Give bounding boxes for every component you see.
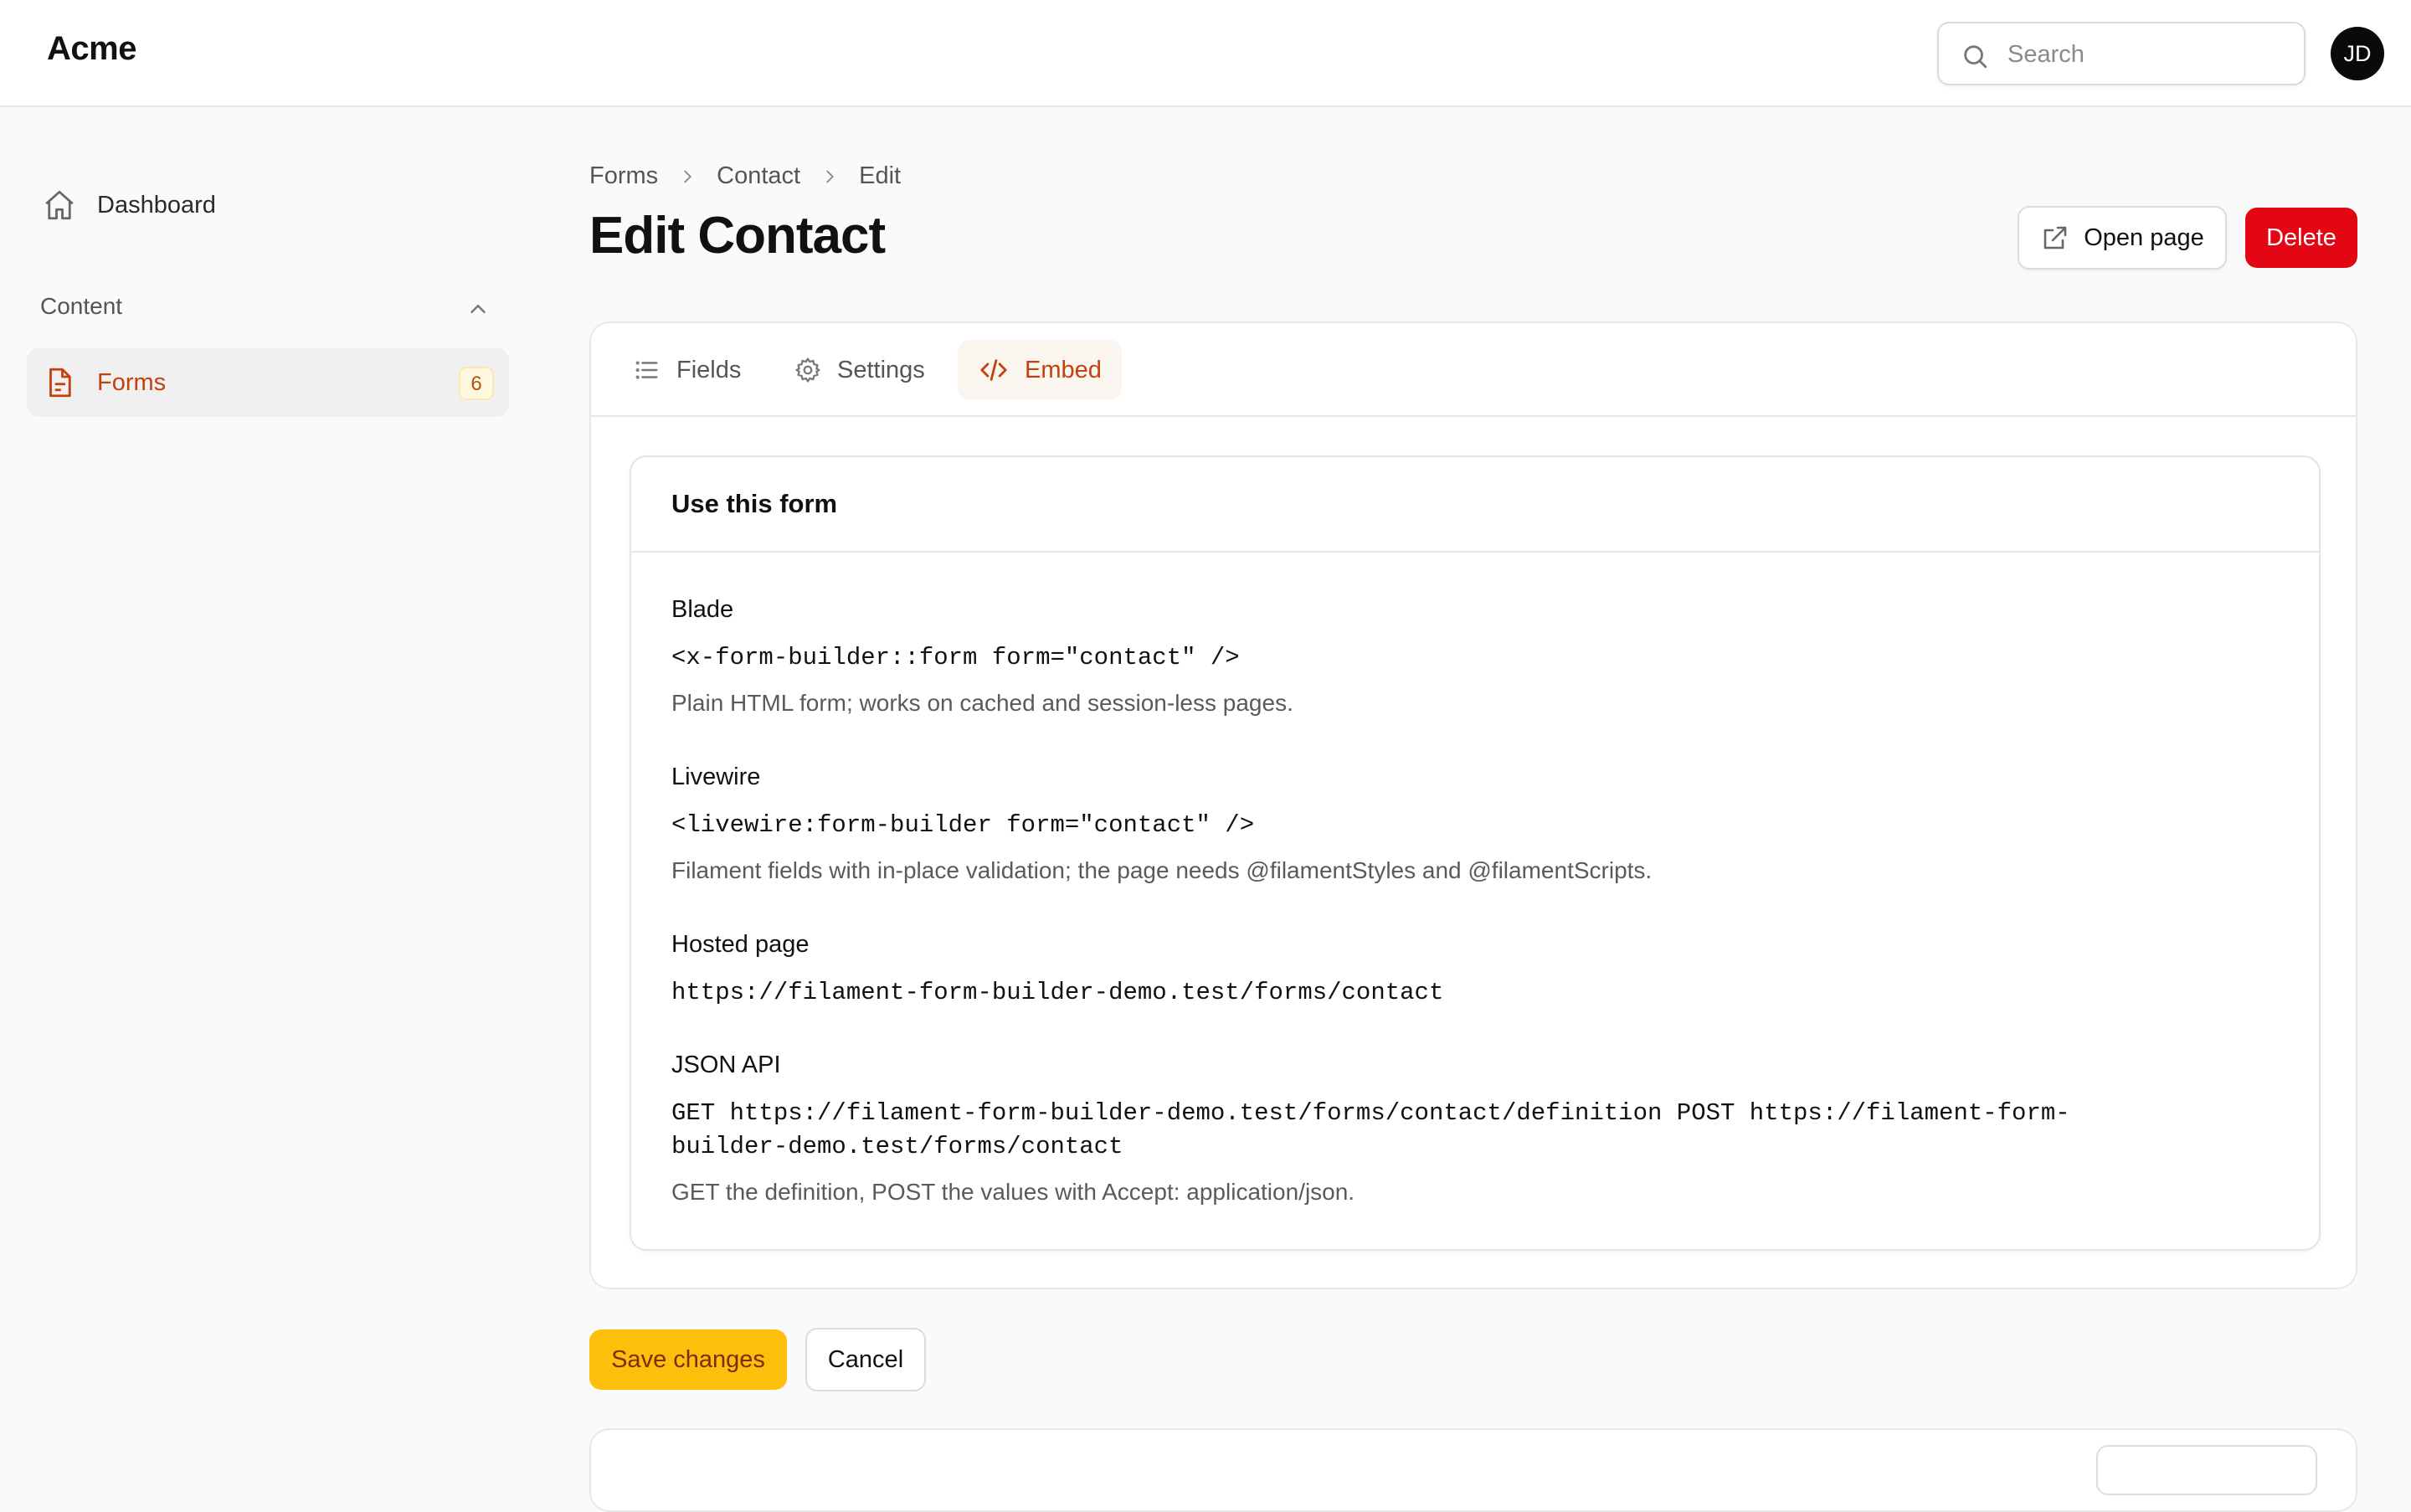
sidebar-item-label: Dashboard (97, 191, 216, 219)
chevron-right-icon (820, 167, 839, 186)
count-badge: 6 (459, 367, 494, 400)
secondary-card-button[interactable] (2096, 1445, 2317, 1495)
gear-icon (795, 357, 820, 383)
hosted-page-url[interactable]: https://filament-form-builder-demo.test/… (671, 976, 2178, 1010)
sidebar-item-dashboard[interactable]: Dashboard (27, 171, 509, 239)
external-link-icon (2043, 226, 2067, 249)
breadcrumb: Forms Contact Edit (589, 162, 901, 190)
livewire-label: Livewire (671, 764, 761, 790)
tab-label: Settings (837, 356, 925, 383)
tab-fields[interactable]: Fields (613, 340, 761, 400)
tab-settings[interactable]: Settings (774, 340, 945, 400)
sidebar-item-forms[interactable]: Forms 6 (27, 348, 509, 417)
embed-section-header (631, 457, 2319, 553)
json-api-description: GET the definition, POST the values with… (671, 1179, 1355, 1205)
tab-bar: Fields Settings Embed (591, 323, 2356, 417)
avatar[interactable]: JD (2331, 27, 2384, 80)
document-icon (49, 368, 71, 398)
blade-label: Blade (671, 596, 734, 623)
chevron-right-icon (678, 167, 697, 186)
open-page-label: Open page (2084, 224, 2204, 251)
code-icon (980, 359, 1007, 381)
chevron-up-icon[interactable] (465, 296, 491, 321)
cancel-button[interactable]: Cancel (805, 1328, 926, 1391)
open-page-button[interactable]: Open page (2018, 206, 2227, 270)
home-icon (45, 190, 74, 220)
sidebar-group-title[interactable]: Content (40, 293, 122, 320)
app-root: Acme JD Dashboard Content Forms 6 Forms … (0, 0, 2411, 1512)
topbar: Acme JD (0, 0, 2411, 107)
breadcrumb-item-contact[interactable]: Contact (717, 162, 800, 190)
livewire-description: Filament fields with in-place validation… (671, 857, 1653, 883)
delete-button[interactable]: Delete (2245, 208, 2357, 268)
hosted-page-label: Hosted page (671, 931, 810, 958)
search-icon (1964, 45, 1987, 69)
brand-logo[interactable]: Acme (47, 30, 136, 68)
search-input[interactable] (2006, 33, 2294, 75)
tab-embed[interactable]: Embed (958, 340, 1122, 400)
sidebar: Dashboard Content Forms 6 (0, 107, 536, 1457)
blade-code[interactable]: <x-form-builder::form form="contact" /> (671, 641, 2178, 675)
json-api-label: JSON API (671, 1052, 781, 1078)
list-icon (635, 361, 658, 379)
livewire-code[interactable]: <livewire:form-builder form="contact" /> (671, 809, 2178, 842)
embed-section-title: Use this form (671, 489, 838, 518)
tab-label: Fields (676, 356, 742, 383)
save-changes-button[interactable]: Save changes (589, 1329, 787, 1390)
breadcrumb-item-forms[interactable]: Forms (589, 162, 658, 190)
secondary-card (589, 1428, 2357, 1512)
page-title: Edit Contact (589, 207, 886, 265)
json-api-code[interactable]: GET https://filament-form-builder-demo.t… (671, 1097, 2145, 1164)
sidebar-item-label: Forms (97, 368, 167, 396)
form-card: Fields Settings Embed Use this form Blad… (589, 321, 2357, 1289)
blade-description: Plain HTML form; works on cached and ses… (671, 690, 1293, 716)
search-box[interactable] (1937, 22, 2306, 85)
tab-label: Embed (1025, 356, 1102, 383)
breadcrumb-item-edit: Edit (859, 162, 902, 189)
embed-section: Use this form Blade <x-form-builder::for… (630, 455, 2321, 1251)
